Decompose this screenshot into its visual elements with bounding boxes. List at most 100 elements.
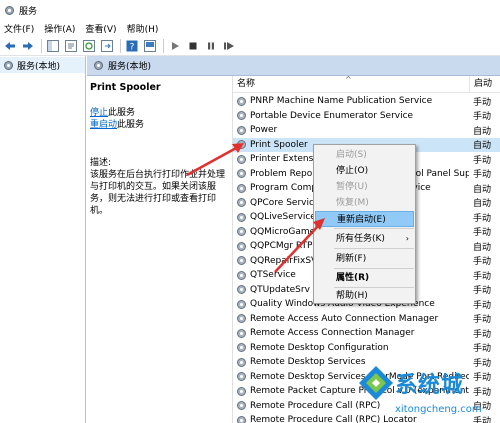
service-gear-icon xyxy=(237,111,246,121)
menu-item-all-tasks[interactable]: 所有任务(K) › xyxy=(315,231,414,247)
selected-service-name: Print Spooler xyxy=(90,82,161,93)
stop-service-link[interactable]: 停止 xyxy=(90,108,108,118)
column-header-startup[interactable]: 启动 xyxy=(469,76,500,92)
restart-service-suffix: 此服务 xyxy=(117,120,145,130)
service-startup-cell: 手动 xyxy=(473,112,492,123)
service-startup-cell: 自动 xyxy=(473,199,492,210)
column-header-name[interactable]: ^ 名称 xyxy=(233,75,469,92)
watermark-site: xitongcheng.com xyxy=(395,404,482,415)
service-startup-cell: 自动 xyxy=(473,242,492,253)
svg-text:?: ? xyxy=(130,42,135,52)
restart-service-icon[interactable] xyxy=(222,39,236,53)
service-gear-icon xyxy=(237,372,246,382)
export-list-icon[interactable] xyxy=(100,39,114,53)
service-startup-cell: 手动 xyxy=(473,286,492,297)
forward-arrow-icon[interactable] xyxy=(21,39,35,53)
service-gear-icon xyxy=(237,314,246,324)
service-name-cell: Remote Access Connection Manager xyxy=(250,328,415,339)
toolbar-separator xyxy=(120,38,121,53)
watermark-logo-icon xyxy=(359,366,393,400)
menu-item-restart[interactable]: 重新启动(E) xyxy=(315,211,414,227)
stop-service-icon[interactable] xyxy=(186,39,200,53)
menu-action[interactable]: 操作(A) xyxy=(44,22,75,35)
service-gear-icon xyxy=(237,154,246,164)
service-startup-cell: 自动 xyxy=(473,184,492,195)
service-name-cell: Power xyxy=(250,125,278,136)
service-gear-icon xyxy=(237,270,246,280)
menu-item-stop[interactable]: 停止(O) xyxy=(315,163,414,179)
service-gear-icon xyxy=(237,169,246,179)
list-header: ^ 名称 启动 xyxy=(233,75,500,93)
tree-node-label: 服务(本地) xyxy=(17,61,61,72)
services-app-icon xyxy=(5,5,14,15)
description-label: 描述: xyxy=(90,158,112,168)
watermark: 系统城 xitongcheng.com xyxy=(355,360,500,423)
service-gear-icon xyxy=(237,285,246,295)
menu-view[interactable]: 查看(V) xyxy=(85,22,116,35)
table-row[interactable]: PNRP Machine Name Publication Service 手动 xyxy=(233,94,500,109)
service-gear-icon xyxy=(237,357,246,367)
service-details-pane: Print Spooler 停止此服务 重启动此服务 描述: 该服务在后台执行打… xyxy=(87,76,232,423)
pause-service-icon[interactable] xyxy=(204,39,218,53)
console-icon[interactable] xyxy=(143,39,157,53)
service-startup-cell: 自动 xyxy=(473,126,492,137)
toolbar-separator xyxy=(41,38,42,53)
service-gear-icon xyxy=(237,198,246,208)
title-bar: 服务 xyxy=(0,0,500,20)
description-text: 该服务在后台执行打印作业并处理与打印机的交互。如果关闭该服务，则无法进行打印或查… xyxy=(90,170,226,216)
service-name-cell: Remote Desktop Configuration xyxy=(250,342,389,353)
menu-item-resume[interactable]: 恢复(M) xyxy=(315,195,414,211)
service-startup-cell: 手动 xyxy=(473,344,492,355)
submenu-arrow-icon: › xyxy=(405,234,409,243)
services-window: 服务 文件(F) 操作(A) 查看(V) 帮助(H) ? 服务(本地) 服务(本… xyxy=(0,0,500,423)
service-startup-cell: 手动 xyxy=(473,329,492,340)
service-gear-icon xyxy=(237,343,246,353)
sort-ascending-icon: ^ xyxy=(345,75,352,84)
service-startup-cell: 手动 xyxy=(473,228,492,239)
menu-item-refresh[interactable]: 刷新(F) xyxy=(315,251,414,267)
column-header-name-label: 名称 xyxy=(237,79,256,89)
menu-separator xyxy=(334,268,414,269)
window-title: 服务 xyxy=(19,6,38,17)
menu-item-start[interactable]: 启动(S) xyxy=(315,147,414,163)
service-startup-cell: 手动 xyxy=(473,257,492,268)
show-hide-tree-icon[interactable] xyxy=(46,39,60,53)
pane-header: 服务(本地) xyxy=(87,56,500,76)
menu-item-properties[interactable]: 属性(R) xyxy=(315,270,414,286)
menu-item-help[interactable]: 帮助(H) xyxy=(315,288,414,304)
service-name-cell: Portable Device Enumerator Service xyxy=(250,110,414,121)
refresh-icon[interactable] xyxy=(82,39,96,53)
service-name-cell: PNRP Machine Name Publication Service xyxy=(250,96,433,107)
service-gear-icon xyxy=(237,241,246,251)
menu-item-pause[interactable]: 暂停(U) xyxy=(315,179,414,195)
table-row[interactable]: Remote Access Auto Connection Manager 手动 xyxy=(233,312,500,327)
context-menu: 启动(S) 停止(O) 暂停(U) 恢复(M) 重新启动(E) 所有任务(K) … xyxy=(313,144,416,304)
menu-file[interactable]: 文件(F) xyxy=(4,22,34,35)
start-service-icon[interactable] xyxy=(168,39,182,53)
restart-service-action: 重启动此服务 xyxy=(90,119,232,131)
service-startup-cell: 自动 xyxy=(473,141,492,152)
restart-service-link[interactable]: 重启动 xyxy=(90,120,117,130)
menu-item-all-tasks-label: 所有任务(K) xyxy=(336,234,385,244)
service-gear-icon xyxy=(237,96,246,106)
toolbar-separator xyxy=(163,38,164,53)
service-gear-icon xyxy=(237,227,246,237)
service-startup-cell: 手动 xyxy=(473,97,492,108)
table-row[interactable]: Portable Device Enumerator Service 手动 xyxy=(233,109,500,124)
service-gear-icon xyxy=(237,125,246,135)
stop-service-action: 停止此服务 xyxy=(90,107,232,119)
table-row[interactable]: Remote Desktop Configuration 手动 xyxy=(233,341,500,356)
table-row[interactable]: Remote Access Connection Manager 手动 xyxy=(233,326,500,341)
service-startup-cell: 手动 xyxy=(473,213,492,224)
help-icon[interactable]: ? xyxy=(125,39,139,53)
service-gear-icon xyxy=(237,212,246,222)
service-gear-icon xyxy=(237,386,246,396)
menu-help[interactable]: 帮助(H) xyxy=(127,22,159,35)
table-row[interactable]: Power 自动 xyxy=(233,123,500,138)
back-arrow-icon[interactable] xyxy=(3,39,17,53)
properties-icon[interactable] xyxy=(64,39,78,53)
service-gear-icon xyxy=(237,140,246,150)
tree-node-services-local[interactable]: 服务(本地) xyxy=(0,57,85,73)
console-tree: 服务(本地) xyxy=(0,56,86,423)
service-startup-cell: 手动 xyxy=(473,315,492,326)
